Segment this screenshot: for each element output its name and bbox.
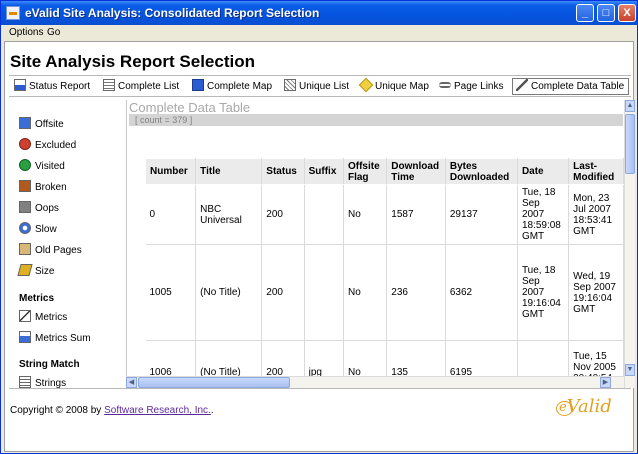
window-title: eValid Site Analysis: Consolidated Repor… <box>25 6 320 20</box>
metrics-icon <box>19 310 31 322</box>
visited-icon <box>19 159 31 171</box>
cell-title: NBC Universal <box>195 184 263 245</box>
column-header-date[interactable]: Date <box>516 158 570 185</box>
sidebar-item-metrics[interactable]: Metrics <box>19 310 67 323</box>
cell-date: Tue, 18 Sep 2007 19:16:04 GMT <box>517 244 570 341</box>
cell-last-modified: Wed, 19 Sep 2007 19:16:04 GMT <box>568 244 624 341</box>
menu-bar: Options Go <box>1 25 637 41</box>
sidebar-item-visited[interactable]: Visited <box>19 159 65 172</box>
menu-go[interactable]: Go <box>47 27 60 38</box>
table-row: 0 NBC Universal 200 No 1587 29137 Tue, 1… <box>145 184 624 245</box>
app-window: eValid Site Analysis: Consolidated Repor… <box>0 0 638 454</box>
close-button[interactable]: X <box>618 4 636 22</box>
company-link[interactable]: Software Research, Inc. <box>104 405 211 416</box>
old-pages-icon <box>19 243 31 255</box>
cell-status: 200 <box>261 244 305 341</box>
sidebar-item-size[interactable]: Size <box>17 264 54 277</box>
vertical-scrollbar[interactable]: ▲ ▼ <box>624 100 635 388</box>
app-icon <box>6 6 20 20</box>
complete-data-table-button[interactable]: Complete Data Table <box>512 78 630 95</box>
cell-download-time: 1587 <box>386 184 446 245</box>
unique-map-icon <box>358 77 374 93</box>
complete-data-table: Number Title Status Suffix Offsite Flag … <box>144 158 624 388</box>
column-header-number[interactable]: Number <box>144 158 197 185</box>
cell-offsite-flag: No <box>343 244 388 341</box>
cell-bytes-downloaded: 29137 <box>445 184 518 245</box>
link-icon <box>439 82 451 88</box>
footer-divider <box>9 388 631 389</box>
metrics-sum-icon <box>19 331 31 343</box>
report-title: Complete Data Table <box>129 100 251 115</box>
column-header-download-time[interactable]: Download Time <box>386 158 446 185</box>
cell-suffix <box>304 244 344 341</box>
cell-suffix <box>304 184 344 245</box>
map-icon <box>192 79 204 91</box>
report-sidebar: Offsite Excluded Visited Broken Oops Slo… <box>9 100 127 390</box>
column-header-offsite-flag[interactable]: Offsite Flag <box>342 158 388 185</box>
report-toolbar: Status Report Complete List Complete Map… <box>9 75 631 97</box>
strings-icon <box>19 376 31 388</box>
cell-bytes-downloaded: 6362 <box>445 244 518 341</box>
column-header-last-modified[interactable]: Last-Modified <box>568 158 624 185</box>
size-icon <box>17 264 33 276</box>
status-report-icon <box>14 79 26 91</box>
report-content: Site Analysis Report Selection Status Re… <box>4 41 635 452</box>
scroll-right-arrow-icon[interactable]: ▶ <box>600 377 611 388</box>
scroll-up-arrow-icon[interactable]: ▲ <box>625 100 635 112</box>
column-header-title[interactable]: Title <box>195 158 263 185</box>
unique-list-button[interactable]: Unique List <box>284 79 349 95</box>
string-match-heading: String Match <box>19 359 80 370</box>
cell-offsite-flag: No <box>343 184 388 245</box>
list-icon <box>103 79 115 91</box>
vertical-scroll-thumb[interactable] <box>625 114 635 174</box>
tools-icon <box>516 79 528 91</box>
unique-list-icon <box>284 79 296 91</box>
sidebar-item-offsite[interactable]: Offsite <box>19 117 64 130</box>
sidebar-item-excluded[interactable]: Excluded <box>19 138 76 151</box>
complete-map-button[interactable]: Complete Map <box>192 79 272 95</box>
sidebar-item-old-pages[interactable]: Old Pages <box>19 243 82 256</box>
evalid-logo: eValid <box>559 396 612 417</box>
sidebar-item-oops[interactable]: Oops <box>19 201 59 214</box>
copyright-notice: Copyright © 2008 by Software Research, I… <box>10 405 214 416</box>
menu-options[interactable]: Options <box>9 27 43 38</box>
column-header-bytes-downloaded[interactable]: Bytes Downloaded <box>444 158 518 185</box>
cell-status: 200 <box>261 184 305 245</box>
sidebar-item-slow[interactable]: Slow <box>19 222 57 235</box>
slow-icon <box>19 222 31 234</box>
title-bar[interactable]: eValid Site Analysis: Consolidated Repor… <box>1 1 637 25</box>
cell-download-time: 236 <box>386 244 446 341</box>
cell-number: 0 <box>145 184 197 245</box>
status-report-button[interactable]: Status Report <box>14 79 90 95</box>
oops-icon <box>19 201 31 213</box>
page-title: Site Analysis Report Selection <box>10 52 255 71</box>
table-row: 1005 (No Title) 200 No 236 6362 Tue, 18 … <box>145 244 624 341</box>
horizontal-scroll-thumb[interactable] <box>138 377 290 388</box>
sidebar-item-broken[interactable]: Broken <box>19 180 67 193</box>
sidebar-item-metrics-sum[interactable]: Metrics Sum <box>19 331 91 344</box>
unique-map-button[interactable]: Unique Map <box>358 77 429 95</box>
cell-last-modified: Mon, 23 Jul 2007 18:53:41 GMT <box>568 184 624 245</box>
scroll-down-arrow-icon[interactable]: ▼ <box>625 364 635 376</box>
table-header-row: Number Title Status Suffix Offsite Flag … <box>144 158 624 185</box>
broken-icon <box>19 180 31 192</box>
excluded-icon <box>19 138 31 150</box>
complete-list-button[interactable]: Complete List <box>103 79 179 95</box>
record-count: [ count = 379 ] <box>129 114 623 126</box>
offsite-icon <box>19 117 31 129</box>
scroll-left-arrow-icon[interactable]: ◀ <box>126 377 137 388</box>
data-table-panel: Complete Data Table [ count = 379 ] Numb… <box>126 100 624 388</box>
maximize-button[interactable]: □ <box>597 4 615 22</box>
metrics-heading: Metrics <box>19 293 55 304</box>
horizontal-scrollbar[interactable]: ◀ ▶ <box>126 376 624 388</box>
column-header-suffix[interactable]: Suffix <box>303 158 344 185</box>
cell-title: (No Title) <box>195 244 263 341</box>
minimize-button[interactable]: _ <box>576 4 594 22</box>
cell-number: 1005 <box>145 244 197 341</box>
cell-date: Tue, 18 Sep 2007 18:59:08 GMT <box>517 184 570 245</box>
page-links-button[interactable]: Page Links <box>439 79 503 95</box>
column-header-status[interactable]: Status <box>261 158 305 185</box>
